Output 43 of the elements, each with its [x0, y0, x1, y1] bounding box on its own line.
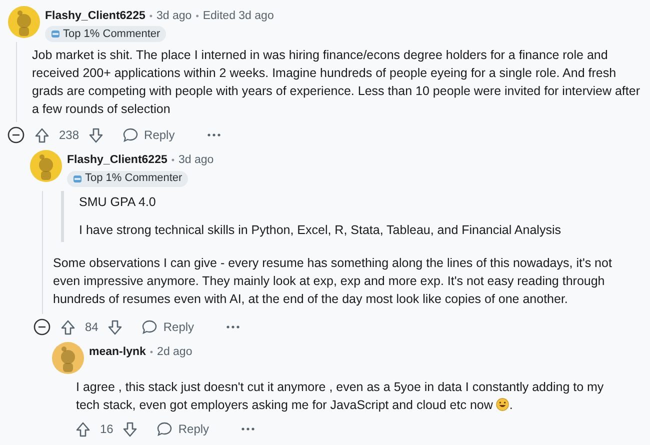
- speech-bubble-icon: [123, 128, 138, 142]
- upvote-icon[interactable]: [35, 128, 49, 143]
- collapse-icon[interactable]: [7, 126, 25, 144]
- timestamp: 2d ago: [157, 345, 192, 360]
- comment-text-end: .: [509, 398, 513, 412]
- avatar-icon: [30, 150, 62, 182]
- timestamp: 3d ago: [178, 153, 214, 168]
- username[interactable]: Flashy_Client6225: [45, 8, 146, 26]
- downvote-icon[interactable]: [89, 128, 104, 143]
- reply-button[interactable]: Reply: [123, 126, 175, 144]
- comment-text: Some observations I can give - every resume has something along the lines of this nowadays, it's not even impressive anymore. They mainly look at exp, exp and more exp. It's not easy reading through hundreds of resumes even with AI, at the end of the day most look like copies of one another.: [53, 255, 613, 308]
- vote-count: 238: [59, 127, 80, 144]
- downvote-icon[interactable]: [123, 422, 138, 436]
- collapse-icon[interactable]: [33, 318, 51, 336]
- avatar-icon: [8, 6, 40, 38]
- avatar-icon: [52, 342, 84, 374]
- timestamp: 3d ago: [156, 9, 192, 24]
- comment-text: Job market is shit. The place I interned in was hiring finance/econs degree holders for a finance role and received 200+ applications within 2 weeks. Imagine hundreds of people eyeing for a single role. And fresh grads are competing with people with years of experience. Less than 10 people were invited for interview after a few rounds of selection: [32, 47, 641, 118]
- reply-button[interactable]: Reply: [157, 420, 210, 438]
- laughing-emoji-icon: [496, 398, 510, 411]
- flair-text: Top 1% Commenter: [63, 27, 160, 42]
- username[interactable]: Flashy_Client6225: [67, 152, 168, 170]
- separator-dot: •: [149, 10, 153, 23]
- separator-dot: •: [150, 346, 154, 359]
- separator-dot: •: [196, 10, 199, 23]
- quoted-text: I have strong technical skills in Python, Excel, R, Stata, Tableau, and Financial Analysis: [79, 222, 562, 240]
- more-options-icon[interactable]: [241, 427, 256, 431]
- separator-dot: •: [171, 154, 175, 168]
- downvote-icon[interactable]: [108, 320, 122, 334]
- quoted-text: SMU GPA 4.0: [79, 194, 157, 210]
- speech-bubble-icon: [142, 320, 158, 334]
- vote-count: 84: [85, 319, 98, 336]
- vote-count: 16: [100, 421, 114, 438]
- upvote-icon[interactable]: [61, 320, 75, 334]
- flair-text: Top 1% Commenter: [85, 171, 182, 186]
- upvote-icon[interactable]: [76, 422, 90, 436]
- more-options-icon[interactable]: [226, 325, 240, 329]
- speech-bubble-icon: [157, 422, 172, 436]
- reply-button[interactable]: Reply: [142, 318, 194, 336]
- timestamp: Edited 3d ago: [202, 9, 274, 24]
- comment-text: I agree , this stack just doesn't cut it anymore , even as a 5yoe in data I constantly adding to my tech stack, even got employers asking me for JavaScript and cloud etc now .: [76, 379, 605, 414]
- username[interactable]: mean-lynk: [89, 344, 146, 362]
- more-options-icon[interactable]: [206, 133, 221, 138]
